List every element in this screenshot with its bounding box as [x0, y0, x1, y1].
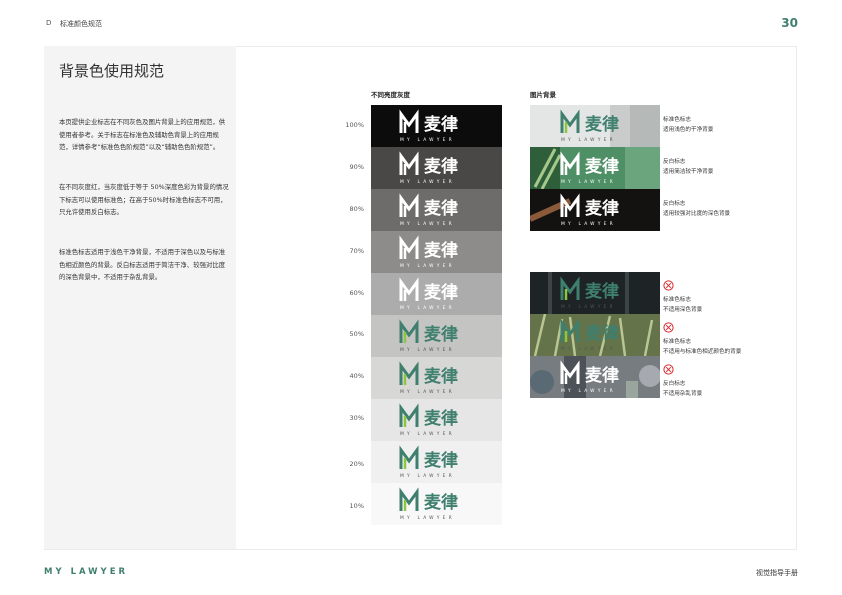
- svg-text:MY LAWYER: MY LAWYER: [561, 137, 616, 143]
- svg-text:MY LAWYER: MY LAWYER: [400, 473, 455, 479]
- svg-text:MY LAWYER: MY LAWYER: [400, 347, 455, 353]
- note-good-2: 反白标志 适用简洁较干净背景: [663, 159, 714, 175]
- svg-text:麦律: 麦律: [424, 156, 458, 177]
- photo-light-clean: 麦律 MY LAWYER: [530, 105, 660, 147]
- brand-logo: 麦律 MY LAWYER: [399, 109, 458, 143]
- svg-text:MY LAWYER: MY LAWYER: [400, 263, 455, 269]
- svg-text:麦律: 麦律: [424, 240, 458, 261]
- svg-text:麦律: 麦律: [585, 114, 619, 135]
- gray-swatch-40: 麦律 MY LAWYER: [371, 357, 502, 399]
- photo-grass-bad: 麦律 MY LAWYER: [530, 314, 660, 356]
- brand-logo: 麦律 MY LAWYER: [399, 235, 458, 269]
- svg-text:麦律: 麦律: [424, 114, 458, 135]
- gray-swatch-80: 麦律 MY LAWYER: [371, 189, 502, 231]
- page-number: 30: [781, 16, 798, 30]
- svg-text:麦律: 麦律: [424, 450, 458, 471]
- svg-text:MY LAWYER: MY LAWYER: [400, 305, 455, 311]
- gray-swatch-20: 麦律 MY LAWYER: [371, 441, 502, 483]
- brand-logo: 麦律 MY LAWYER: [560, 109, 619, 143]
- gray-label-100: 100%: [345, 121, 364, 129]
- svg-text:MY LAWYER: MY LAWYER: [400, 431, 455, 437]
- footer-brand: MY LAWYER: [44, 567, 129, 577]
- svg-text:麦律: 麦律: [585, 198, 619, 219]
- photo-cluttered-bad: 麦律 MY LAWYER: [530, 356, 660, 398]
- prohibited-icon: [663, 280, 674, 291]
- brand-logo: 麦律 MY LAWYER: [399, 151, 458, 185]
- note-good-1: 标准色标志 适用浅色的干净背景: [663, 117, 714, 133]
- svg-text:MY LAWYER: MY LAWYER: [561, 304, 616, 310]
- gray-swatch-100: 麦律 MY LAWYER: [371, 105, 502, 147]
- image-column-title: 图片背景: [530, 91, 556, 99]
- gray-label-50: 50%: [349, 330, 364, 338]
- brand-logo: 麦律 MY LAWYER: [399, 445, 458, 479]
- note-bad-3: 反白标志 不适用杂乱背景: [663, 381, 703, 397]
- image-rule-paragraph: 标准色标志适用于浅色干净背景，不适用于深色以及与标准色相近颜色的背景。反白标志适…: [59, 248, 226, 281]
- brand-logo: 麦律 MY LAWYER: [399, 277, 458, 311]
- note-bad-2: 标准色标志 不适用与标准色相近颜色的背景: [663, 339, 742, 355]
- grayscale-rule-paragraph: 在不同灰度红，当灰度低于等于 50%深度色彩为背景的情况下标志可以使用标准色；在…: [59, 183, 229, 216]
- gray-label-20: 20%: [349, 460, 364, 468]
- prohibited-icon: [663, 322, 674, 333]
- section-header-title: 标准颜色规范: [60, 20, 102, 28]
- gray-label-80: 80%: [349, 205, 364, 213]
- gray-label-10: 10%: [349, 502, 364, 510]
- svg-text:MY LAWYER: MY LAWYER: [561, 221, 616, 227]
- brand-logo: 麦律 MY LAWYER: [560, 276, 619, 310]
- note-bad-1: 标准色标志 不适用深色背景: [663, 297, 703, 313]
- svg-text:MY LAWYER: MY LAWYER: [561, 179, 616, 185]
- gray-label-30: 30%: [349, 414, 364, 422]
- brand-logo: 麦律 MY LAWYER: [399, 193, 458, 227]
- gray-swatch-60: 麦律 MY LAWYER: [371, 273, 502, 315]
- gray-swatch-90: 麦律 MY LAWYER: [371, 147, 502, 189]
- svg-text:麦律: 麦律: [424, 324, 458, 345]
- svg-text:麦律: 麦律: [585, 323, 619, 344]
- note-good-3: 反白标志 适用较强对比度的深色背景: [663, 201, 731, 217]
- footer-manual-title: 视觉指导手册: [756, 569, 798, 577]
- svg-text:麦律: 麦律: [585, 156, 619, 177]
- photo-dark-contrast: 麦律 MY LAWYER: [530, 189, 660, 231]
- photo-dark-bad: 麦律 MY LAWYER: [530, 272, 660, 314]
- gray-swatch-10: 麦律 MY LAWYER: [371, 483, 502, 525]
- prohibited-icon: [663, 364, 674, 375]
- gray-swatch-70: 麦律 MY LAWYER: [371, 231, 502, 273]
- gray-label-70: 70%: [349, 247, 364, 255]
- svg-text:麦律: 麦律: [585, 365, 619, 386]
- svg-text:麦律: 麦律: [424, 366, 458, 387]
- gray-swatch-50: 麦律 MY LAWYER: [371, 315, 502, 357]
- grayscale-column-title: 不同亮度灰度: [371, 91, 410, 99]
- brand-logo: 麦律 MY LAWYER: [560, 151, 619, 185]
- brand-logo: 麦律 MY LAWYER: [399, 403, 458, 437]
- section-code: D: [46, 19, 52, 27]
- page-title: 背景色使用规范: [59, 62, 165, 80]
- photo-green-leaves: 麦律 MY LAWYER: [530, 147, 660, 189]
- brand-logo: 麦律 MY LAWYER: [560, 318, 619, 352]
- intro-paragraph: 本页提供企业标志在不同灰色及图片背景上的应用规范，供使用者参考。关于标志在标准色…: [59, 118, 226, 151]
- svg-text:麦律: 麦律: [424, 198, 458, 219]
- gray-label-40: 40%: [349, 372, 364, 380]
- svg-text:麦律: 麦律: [585, 281, 619, 302]
- svg-text:MY LAWYER: MY LAWYER: [400, 515, 455, 521]
- svg-text:麦律: 麦律: [424, 408, 458, 429]
- svg-text:MY LAWYER: MY LAWYER: [561, 388, 616, 394]
- svg-text:麦律: 麦律: [424, 282, 458, 303]
- brand-logo: 麦律 MY LAWYER: [399, 319, 458, 353]
- svg-text:MY LAWYER: MY LAWYER: [400, 179, 455, 185]
- svg-text:MY LAWYER: MY LAWYER: [400, 221, 455, 227]
- gray-label-90: 90%: [349, 163, 364, 171]
- brand-logo: 麦律 MY LAWYER: [560, 360, 619, 394]
- brand-logo: 麦律 MY LAWYER: [560, 193, 619, 227]
- gray-label-60: 60%: [349, 289, 364, 297]
- brand-logo: 麦律 MY LAWYER: [399, 361, 458, 395]
- svg-text:MY LAWYER: MY LAWYER: [400, 389, 455, 395]
- gray-swatch-30: 麦律 MY LAWYER: [371, 399, 502, 441]
- svg-text:麦律: 麦律: [424, 492, 458, 513]
- svg-text:MY LAWYER: MY LAWYER: [400, 137, 455, 143]
- brand-logo: 麦律 MY LAWYER: [399, 487, 458, 521]
- svg-text:MY LAWYER: MY LAWYER: [561, 346, 616, 352]
